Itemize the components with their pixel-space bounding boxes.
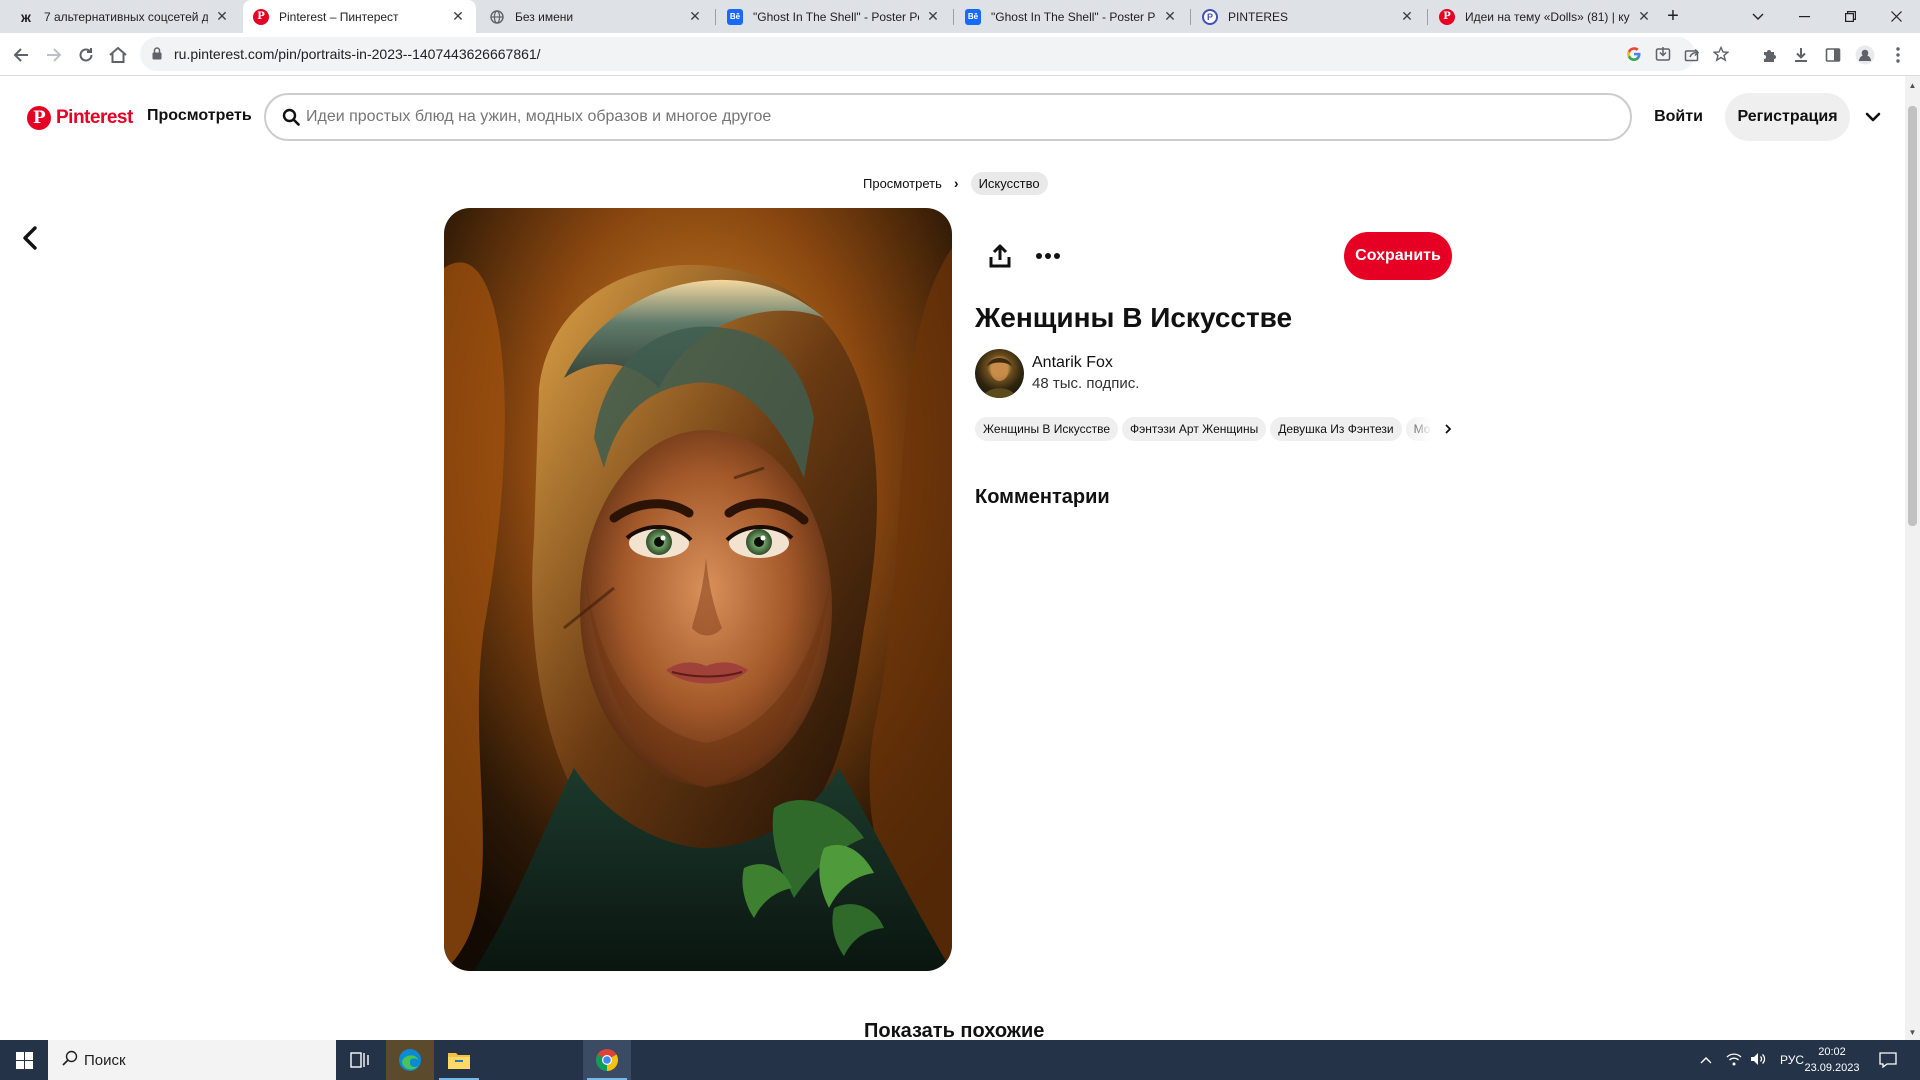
file-explorer-icon[interactable] xyxy=(435,1040,483,1080)
notifications-icon[interactable] xyxy=(1866,1040,1910,1080)
browser-tab-strip: ж 7 альтернативных соцсетей дл ✕ P Pinte… xyxy=(0,0,1920,33)
search-input[interactable] xyxy=(306,105,1606,129)
comments-heading: Комментарии xyxy=(975,486,1110,508)
address-bar[interactable]: ru.pinterest.com/pin/portraits-in-2023--… xyxy=(140,37,1729,71)
browser-tab[interactable]: Bē "Ghost In The Shell" - Poster Pos ✕ xyxy=(955,0,1188,33)
pinterest-icon: P xyxy=(253,8,269,25)
pin-title: Женщины В Искусстве xyxy=(975,302,1293,333)
tray-expand-chevron-icon[interactable] xyxy=(1694,1053,1718,1067)
browser-toolbar: ru.pinterest.com/pin/portraits-in-2023--… xyxy=(0,33,1920,76)
behance-icon: Bē xyxy=(727,8,743,25)
breadcrumb-current-chip[interactable]: Искусство xyxy=(970,171,1048,195)
search-box[interactable] xyxy=(264,93,1632,141)
forward-arrow-icon[interactable] xyxy=(40,41,68,69)
pinterest-logo[interactable]: P Pinterest xyxy=(27,106,133,130)
profile-avatar-icon[interactable] xyxy=(1851,41,1879,69)
close-window-button[interactable] xyxy=(1873,0,1919,33)
more-options-icon[interactable] xyxy=(1032,240,1064,272)
search-icon xyxy=(282,108,300,126)
pinterest-header: P Pinterest Просмотреть Войти Регистраци… xyxy=(0,76,1905,162)
chrome-menu-icon[interactable] xyxy=(1884,41,1912,69)
close-tab-icon[interactable]: ✕ xyxy=(925,8,941,25)
page-scrollbar-thumb[interactable] xyxy=(1908,106,1917,526)
browser-tab[interactable]: P Идеи на тему «Dolls» (81) | кук ✕ xyxy=(1429,0,1662,33)
breadcrumb: Просмотреть › Искусство xyxy=(863,171,1048,195)
share-page-icon[interactable] xyxy=(1679,41,1705,67)
close-tab-icon[interactable]: ✕ xyxy=(1399,8,1415,25)
volume-icon[interactable] xyxy=(1746,1052,1770,1069)
edge-browser-icon[interactable] xyxy=(386,1040,434,1080)
taskbar-clock[interactable]: 20:02 23.09.2023 xyxy=(1800,1044,1864,1076)
tab-separator xyxy=(953,9,954,25)
new-tab-button[interactable]: + xyxy=(1650,0,1696,33)
reload-icon[interactable] xyxy=(72,41,100,69)
windows-start-icon[interactable] xyxy=(0,1040,48,1080)
tag-chip[interactable]: Фэнтэзи Арт Женщины xyxy=(1122,417,1267,441)
google-icon[interactable] xyxy=(1621,41,1647,67)
extensions-icon[interactable] xyxy=(1755,41,1783,69)
zhihu-like-icon: ж xyxy=(21,8,31,25)
home-icon[interactable] xyxy=(104,41,132,69)
taskbar-search-box[interactable]: Поиск xyxy=(48,1040,336,1080)
globe-icon xyxy=(489,9,505,25)
author-avatar[interactable] xyxy=(975,349,1024,398)
install-app-icon[interactable] xyxy=(1650,41,1676,67)
browser-tab[interactable]: Без имени ✕ xyxy=(479,0,713,33)
back-arrow-icon[interactable] xyxy=(7,41,35,69)
minimize-button[interactable] xyxy=(1781,0,1827,33)
task-view-icon[interactable] xyxy=(336,1040,384,1080)
tab-separator xyxy=(715,9,716,25)
search-icon xyxy=(62,1050,78,1071)
windows-taskbar: Поиск РУС 20:02 23.09.2023 xyxy=(0,1040,1920,1080)
pin-image[interactable] xyxy=(444,208,952,971)
tag-list-fade xyxy=(1404,417,1444,441)
pinterest-icon: P xyxy=(1439,8,1455,25)
chrome-taskbar-icon[interactable] xyxy=(583,1040,631,1080)
restore-button[interactable] xyxy=(1827,0,1873,33)
breadcrumb-parent-link[interactable]: Просмотреть xyxy=(863,176,942,191)
lock-icon[interactable] xyxy=(152,47,162,65)
tag-chip[interactable]: Девушка Из Фэнтези xyxy=(1270,417,1402,441)
side-panel-icon[interactable] xyxy=(1819,41,1847,69)
url-text[interactable]: ru.pinterest.com/pin/portraits-in-2023--… xyxy=(174,46,541,62)
pinterest-outline-icon: P xyxy=(1202,8,1218,25)
pinterest-logo-icon: P xyxy=(27,106,51,130)
browser-tab-active[interactable]: P Pinterest – Пинтерест ✕ xyxy=(243,0,476,33)
tag-chip[interactable]: Женщины В Искусстве xyxy=(975,417,1119,441)
browse-link[interactable]: Просмотреть xyxy=(147,107,252,125)
taskbar-search-placeholder: Поиск xyxy=(84,1051,126,1069)
back-chevron-icon[interactable] xyxy=(18,223,44,253)
close-tab-icon[interactable]: ✕ xyxy=(450,8,466,25)
downloads-icon[interactable] xyxy=(1787,41,1815,69)
bookmark-star-icon[interactable] xyxy=(1708,41,1734,67)
share-icon[interactable] xyxy=(984,240,1016,272)
clock-date: 23.09.2023 xyxy=(1804,1062,1860,1074)
behance-icon: Bē xyxy=(965,8,981,25)
system-tray: РУС xyxy=(1694,1040,1804,1080)
chevron-down-icon[interactable] xyxy=(1860,104,1886,130)
signup-button[interactable]: Регистрация xyxy=(1725,93,1850,141)
pinterest-logo-text: Pinterest xyxy=(56,107,133,128)
scroll-up-arrow-icon[interactable]: ▲ xyxy=(1905,78,1920,92)
scroll-down-arrow-icon[interactable]: ▼ xyxy=(1905,1025,1920,1039)
tab-separator xyxy=(1427,9,1428,25)
save-button[interactable]: Сохранить xyxy=(1344,232,1452,280)
tag-list: Женщины В Искусстве Фэнтэзи Арт Женщины Де… xyxy=(975,417,1444,441)
login-button[interactable]: Войти xyxy=(1640,93,1717,141)
browser-tab[interactable]: Bē "Ghost In The Shell" - Poster Pos ✕ xyxy=(717,0,951,33)
author-followers: 48 тыс. подпис. xyxy=(1032,375,1140,392)
tab-separator xyxy=(1190,9,1191,25)
author-name[interactable]: Antarik Fox xyxy=(1032,354,1113,372)
chevron-right-icon[interactable] xyxy=(1440,421,1456,437)
clock-time: 20:02 xyxy=(1818,1046,1846,1058)
chevron-right-icon: › xyxy=(953,175,959,191)
close-tab-icon[interactable]: ✕ xyxy=(687,8,703,25)
network-icon[interactable] xyxy=(1722,1052,1746,1069)
browser-tab[interactable]: ж 7 альтернативных соцсетей дл ✕ xyxy=(8,0,240,33)
close-tab-icon[interactable]: ✕ xyxy=(1162,8,1178,25)
browser-tab[interactable]: P PINTERES ✕ xyxy=(1192,0,1425,33)
close-tab-icon[interactable]: ✕ xyxy=(214,8,230,25)
tab-search-chevron-icon[interactable] xyxy=(1735,0,1781,33)
